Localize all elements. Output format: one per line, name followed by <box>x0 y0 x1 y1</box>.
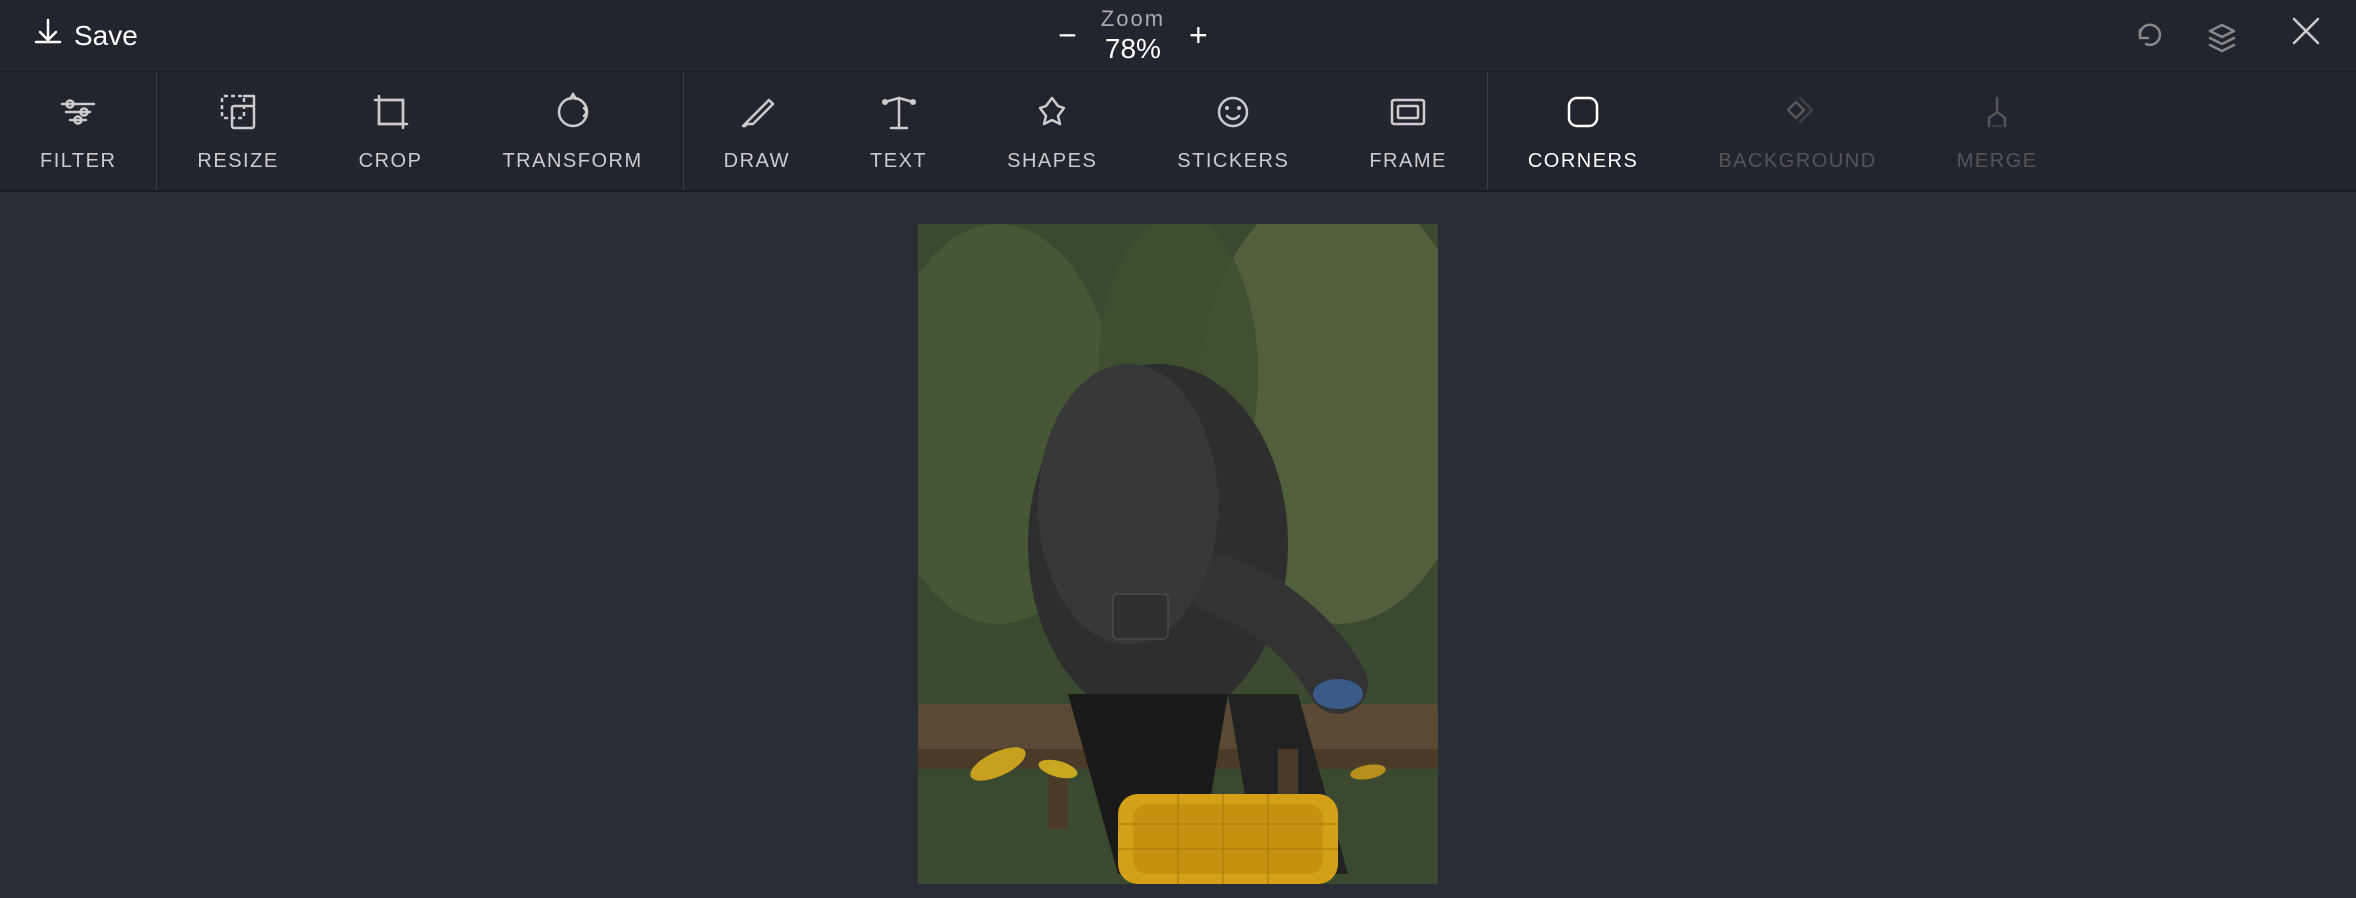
layers-button[interactable] <box>2200 14 2244 58</box>
text-icon <box>877 90 921 140</box>
tool-shapes[interactable]: SHAPES <box>967 72 1137 190</box>
shapes-label: SHAPES <box>1007 150 1097 173</box>
resize-label: RESIZE <box>197 150 278 173</box>
transform-label: TRANSFORM <box>502 150 642 173</box>
filter-icon <box>56 90 100 140</box>
save-icon <box>32 16 64 56</box>
canvas-area <box>0 192 2356 898</box>
merge-icon <box>1975 90 2019 140</box>
frame-label: FRAME <box>1369 150 1447 173</box>
toolbar: FILTER RESIZE CROP <box>0 72 2356 192</box>
photo-svg <box>918 224 1438 884</box>
tool-group-advanced: CORNERS BACKGROUND MERGE <box>1488 72 2356 190</box>
crop-icon <box>369 90 413 140</box>
tool-crop[interactable]: CROP <box>319 72 463 190</box>
zoom-label: Zoom <box>1101 6 1165 32</box>
corners-icon <box>1561 90 1605 140</box>
tool-group-basic: FILTER <box>0 72 157 190</box>
zoom-plus-button[interactable]: + <box>1181 15 1216 55</box>
tool-transform[interactable]: TRANSFORM <box>462 72 682 190</box>
tool-corners[interactable]: CORNERS <box>1488 72 1679 190</box>
filter-label: FILTER <box>40 150 116 173</box>
tool-frame[interactable]: FRAME <box>1329 72 1487 190</box>
top-bar: Save − Zoom 78% + <box>0 0 2356 72</box>
stickers-label: STICKERS <box>1177 150 1289 173</box>
tool-group-edit: RESIZE CROP TRAN <box>157 72 683 190</box>
save-button[interactable]: Save <box>32 16 138 56</box>
draw-icon <box>735 90 779 140</box>
zoom-value: 78% <box>1105 32 1161 66</box>
zoom-minus-button[interactable]: − <box>1050 15 1085 55</box>
save-label: Save <box>74 20 138 52</box>
zoom-display: Zoom 78% <box>1101 6 1165 66</box>
draw-label: DRAW <box>724 150 790 173</box>
tool-merge[interactable]: MERGE <box>1917 72 2078 190</box>
tool-filter[interactable]: FILTER <box>0 72 156 190</box>
merge-label: MERGE <box>1957 150 2038 173</box>
frame-icon <box>1386 90 1430 140</box>
resize-icon <box>216 90 260 140</box>
text-label: TEXT <box>870 150 927 173</box>
corners-label: CORNERS <box>1528 150 1639 173</box>
close-button[interactable] <box>2288 13 2324 59</box>
tool-text[interactable]: TEXT <box>830 72 967 190</box>
tool-resize[interactable]: RESIZE <box>157 72 318 190</box>
image-canvas <box>918 224 1438 884</box>
tool-draw[interactable]: DRAW <box>684 72 830 190</box>
tool-stickers[interactable]: STICKERS <box>1137 72 1329 190</box>
background-label: BACKGROUND <box>1718 150 1876 173</box>
zoom-controls: − Zoom 78% + <box>1050 6 1216 66</box>
tool-group-create: DRAW TEXT SHAPES <box>684 72 1488 190</box>
top-right-controls <box>2128 13 2324 59</box>
tool-background[interactable]: BACKGROUND <box>1678 72 1916 190</box>
crop-label: CROP <box>359 150 423 173</box>
shapes-icon <box>1030 90 1074 140</box>
undo-button[interactable] <box>2128 14 2172 58</box>
stickers-icon <box>1211 90 1255 140</box>
transform-icon <box>551 90 595 140</box>
background-icon <box>1776 90 1820 140</box>
